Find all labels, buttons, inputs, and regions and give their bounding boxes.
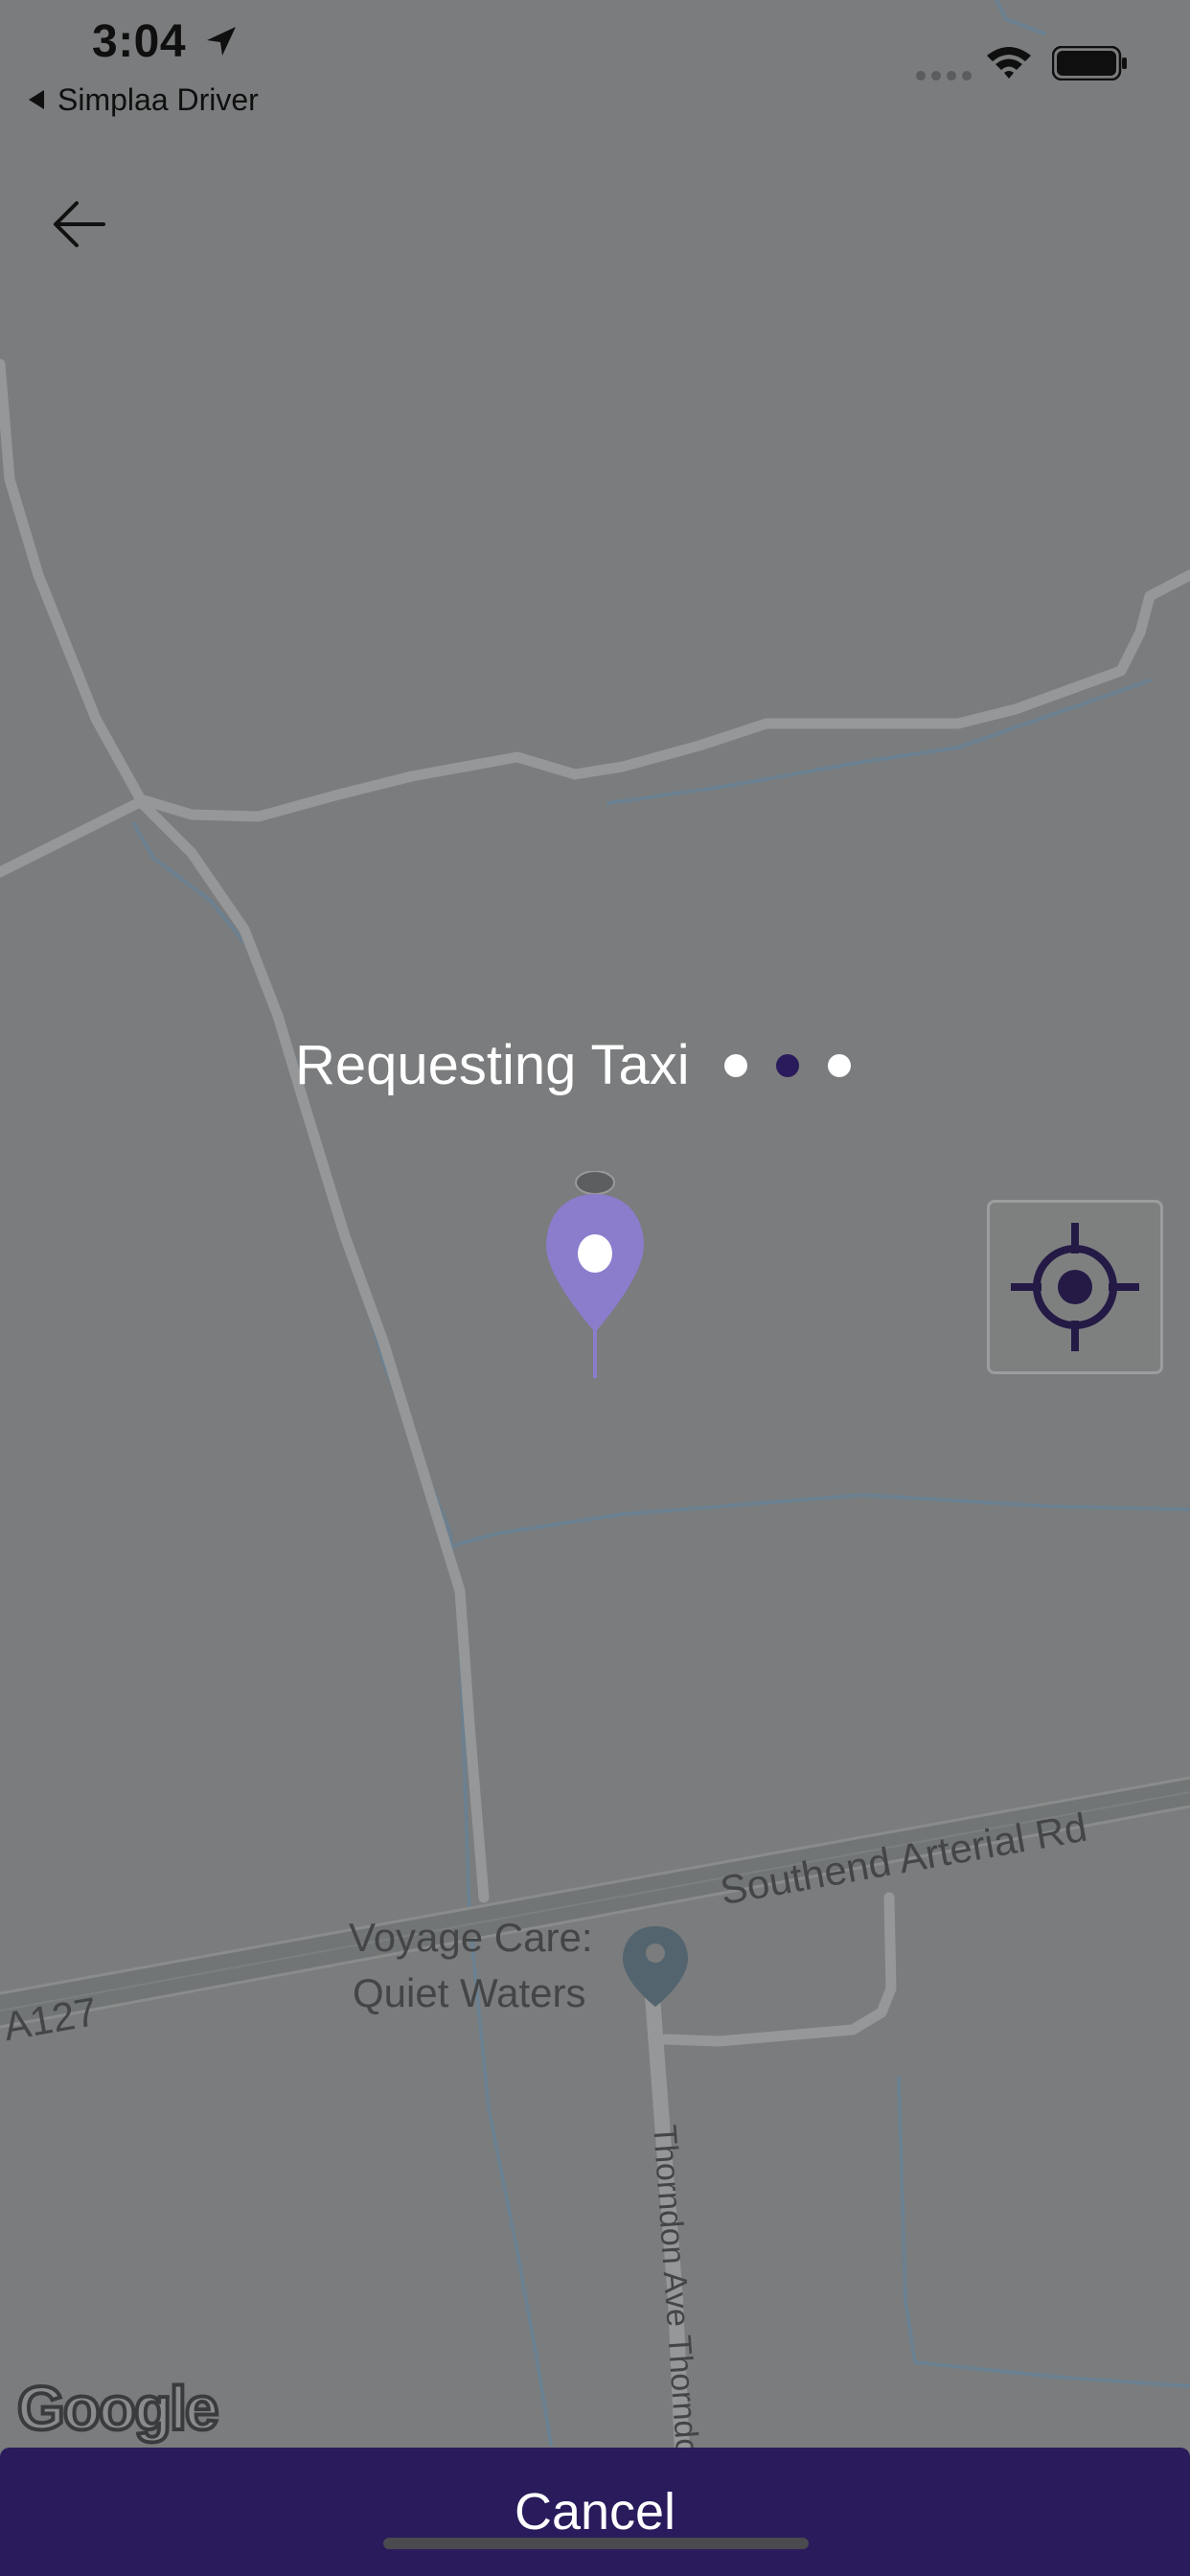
requesting-status: Requesting Taxi — [295, 1033, 851, 1097]
back-button[interactable] — [38, 184, 119, 264]
cancel-button[interactable]: Cancel — [0, 2448, 1190, 2576]
map-label-poi-line2: Quiet Waters — [353, 1970, 586, 2015]
battery-icon — [1052, 46, 1127, 80]
loading-dot — [827, 1053, 851, 1077]
map-label-poi-line1: Voyage Care: — [349, 1915, 593, 1960]
arrow-left-icon — [54, 201, 105, 247]
crosshair-target-icon — [1011, 1223, 1139, 1351]
pickup-pin-icon — [546, 1171, 644, 1378]
requesting-status-text: Requesting Taxi — [295, 1034, 690, 1096]
location-arrow-icon — [207, 27, 236, 56]
back-app-label: Simplaa Driver — [57, 81, 259, 117]
wifi-icon — [987, 47, 1031, 79]
cellular-signal-icon — [916, 71, 972, 80]
app-screen: A127 Southend Arterial Rd Voyage Care: Q… — [0, 0, 1190, 2576]
cancel-button-label: Cancel — [514, 2483, 676, 2541]
back-to-app-link[interactable]: Simplaa Driver — [29, 80, 259, 119]
back-triangle-icon — [29, 90, 44, 109]
loading-dots — [723, 1053, 851, 1077]
status-time: 3:04 — [92, 16, 187, 67]
my-location-button[interactable] — [987, 1200, 1163, 1374]
google-attribution-logo: Google — [15, 2372, 220, 2445]
poi-marker-icon — [623, 1926, 688, 2007]
home-indicator[interactable] — [383, 2538, 809, 2549]
loading-dot — [775, 1053, 799, 1077]
loading-dot — [723, 1053, 747, 1077]
